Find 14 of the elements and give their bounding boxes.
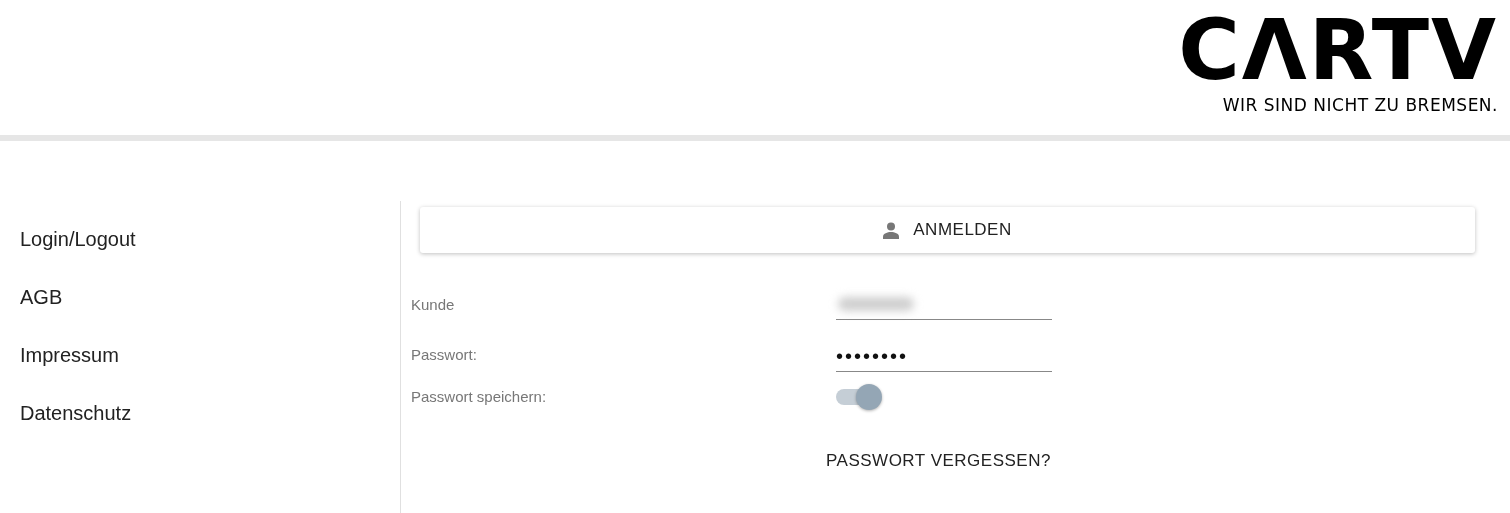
field-label: Kunde [411, 295, 456, 315]
sidebar-link[interactable]: Impressum [20, 343, 119, 368]
remember-toggle[interactable] [836, 384, 882, 410]
forgot-password-link[interactable]: PASSWORT VERGESSEN? [826, 451, 1051, 470]
sidebar-link[interactable]: AGB [20, 285, 63, 310]
login-button[interactable]: ANMELDEN [420, 207, 1475, 253]
password-field[interactable]: •••••••• [836, 340, 1052, 371]
sidebar-link[interactable]: Login/Logout [20, 227, 136, 252]
user-icon [883, 221, 900, 239]
logo-slogan: WIR SIND NICHT ZU BREMSEN. [1222, 94, 1498, 116]
field-label: Passwort: [411, 345, 478, 365]
field-label: Passwort speichern: [411, 386, 548, 407]
sidebar-link[interactable]: Datenschutz [20, 401, 132, 426]
logo-wordmark: CΛRTV [1178, 14, 1498, 86]
